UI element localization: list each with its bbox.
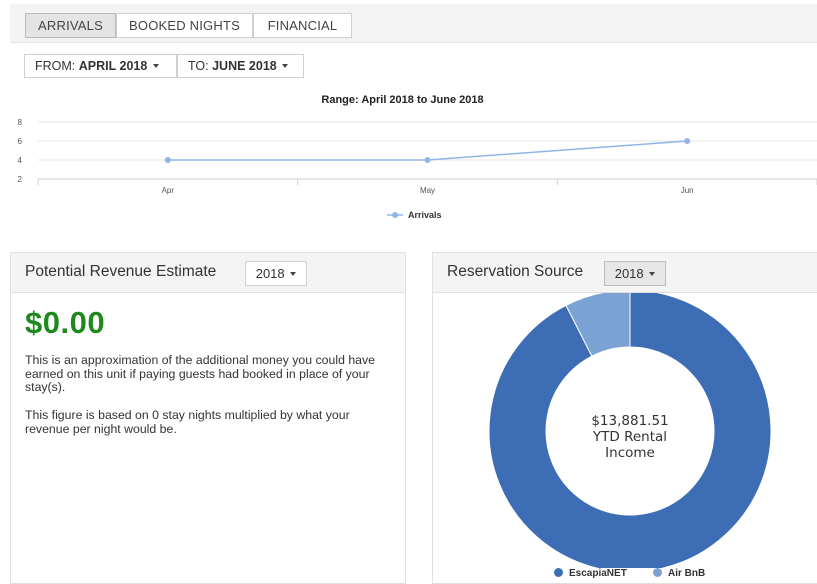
chevron-down-icon [152, 63, 159, 68]
data-point [424, 157, 431, 163]
year-value: 2018 [255, 266, 285, 281]
tab-arrivals[interactable]: ARRIVALS [25, 13, 116, 38]
potential-revenue-panel: Potential Revenue Estimate 2018 $0.00 Th… [10, 252, 406, 584]
y-tick-label: 8 [18, 118, 23, 127]
tab-booked-nights[interactable]: BOOKED NIGHTS [116, 13, 253, 38]
ytd-income-label-1: YTD Rental [592, 429, 668, 445]
legend-dot [554, 567, 563, 577]
y-tick-label: 2 [18, 175, 23, 184]
panel-title: Potential Revenue Estimate [25, 263, 217, 280]
data-point [684, 138, 691, 144]
legend-label: Arrivals [408, 210, 442, 220]
from-value: APRIL 2018 [78, 59, 148, 73]
revenue-description: This is an approximation of the addition… [25, 353, 375, 394]
arrivals-line-chart: 2 4 6 8 Apr May Jun Arrivals [18, 118, 817, 220]
chevron-down-icon [649, 271, 656, 276]
x-tick-label: Apr [162, 186, 175, 195]
panel-header: Potential Revenue Estimate 2018 [11, 253, 405, 293]
reservation-source-panel: Reservation Source 2018 $13,881.51 YTD R… [432, 252, 817, 584]
from-date-dropdown[interactable]: FROM: APRIL 2018 [24, 54, 177, 78]
data-point [164, 157, 171, 163]
donut-center-label: $13,881.51 YTD Rental Income [565, 413, 695, 461]
legend-marker [392, 212, 398, 218]
revenue-formula-note: This figure is based on 0 stay nights mu… [25, 408, 350, 436]
year-value: 2018 [614, 266, 644, 281]
to-value: JUNE 2018 [212, 59, 277, 73]
x-tick-label: May [420, 186, 435, 195]
x-tick-label: Jun [681, 186, 694, 195]
from-label: FROM: [35, 59, 79, 73]
chevron-down-icon [282, 63, 289, 68]
y-tick-label: 6 [18, 137, 23, 146]
source-year-dropdown[interactable]: 2018 [604, 261, 666, 286]
legend-item-air-bnb[interactable]: Air BnB [653, 567, 706, 579]
arrivals-panel: ARRIVALS BOOKED NIGHTS FINANCIAL FROM: A… [10, 0, 817, 238]
y-tick-label: 4 [18, 156, 23, 165]
panel-header: Reservation Source 2018 [433, 253, 817, 293]
ytd-income-amount: $13,881.51 [591, 413, 669, 429]
revenue-year-dropdown[interactable]: 2018 [245, 261, 307, 286]
chevron-down-icon [290, 271, 297, 276]
ytd-income-label-2: Income [605, 445, 655, 461]
tab-bar: ARRIVALS BOOKED NIGHTS FINANCIAL [10, 4, 817, 43]
legend-item-escapianet[interactable]: EscapiaNET [554, 567, 627, 579]
panel-title: Reservation Source [447, 263, 584, 280]
revenue-amount: $0.00 [25, 305, 106, 340]
legend-dot [653, 567, 662, 577]
tab-financial[interactable]: FINANCIAL [253, 13, 352, 38]
to-label: TO: [188, 59, 213, 73]
to-date-dropdown[interactable]: TO: JUNE 2018 [177, 54, 304, 78]
legend-label: Air BnB [668, 568, 706, 579]
legend-label: EscapiaNET [569, 568, 627, 579]
